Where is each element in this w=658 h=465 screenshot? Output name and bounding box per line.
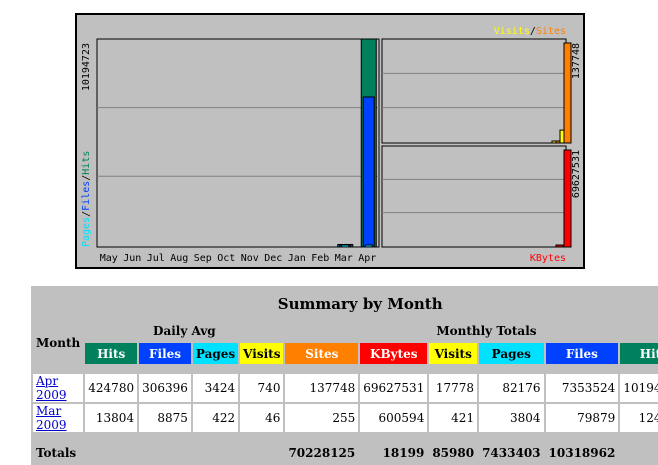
col-monthly-kbytes: KBytes [360, 343, 428, 364]
right-bottom-plot-area [381, 145, 567, 248]
month-link-apr-2009[interactable]: Apr 2009 [36, 374, 67, 402]
totals-cell: 85980 [429, 442, 478, 463]
usage-chart: 10194723 Pages/Files/Hits May Jun Jul Aug Sep O… [75, 13, 585, 269]
x-tick-label: May [100, 253, 118, 264]
totals-cell: 7433403 [479, 442, 544, 463]
table-cell: 69627531 [360, 374, 428, 402]
totals-cell: 18199 [360, 442, 428, 463]
right-bottom-axis-max-label: 69627531 [571, 150, 582, 198]
totals-cell: 10318962 [545, 442, 619, 463]
table-cell: 17778 [429, 374, 478, 402]
monthly-totals-header: Monthly Totals [285, 321, 658, 341]
table-cell: 255 [285, 404, 359, 432]
col-daily-hits: Hits [85, 343, 138, 364]
right-top-legend: Visits/Sites [494, 26, 566, 37]
table-cell: 124239 [620, 404, 658, 432]
table-cell: 421 [429, 404, 478, 432]
table-cell: 13804 [85, 404, 138, 432]
x-tick-label: Jul [147, 253, 165, 264]
left-axis-label-part: Hits [81, 151, 92, 175]
right-top-legend-part: Visits [494, 26, 530, 37]
x-tick-label: Mar [335, 253, 353, 264]
x-tick-label: Jun [123, 253, 141, 264]
x-tick-label: Dec [264, 253, 282, 264]
right-top-legend-part: Sites [536, 26, 566, 37]
table-cell: 3804 [479, 404, 544, 432]
table-row: Mar 2009 13804 8875 422 46 255 600594 42… [33, 404, 658, 432]
bar-visits [559, 129, 565, 144]
bar-files [362, 96, 375, 248]
month-header: Month [33, 321, 84, 364]
x-tick-label: Apr [358, 253, 376, 264]
x-tick-label: Jan [288, 253, 306, 264]
table-cell: 424780 [85, 374, 138, 402]
table-cell: 137748 [285, 374, 359, 402]
totals-label: Totals [33, 442, 284, 463]
col-daily-pages: Pages [192, 343, 239, 364]
usage-chart-svg: 10194723 Pages/Files/Hits May Jun Jul Aug Sep O… [81, 26, 582, 264]
table-row: Apr 2009 424780 306396 3424 740 137748 6… [33, 374, 658, 402]
col-monthly-visits: Visits [429, 343, 478, 364]
table-cell: 3424 [192, 374, 239, 402]
daily-avg-header: Daily Avg [85, 321, 284, 341]
col-monthly-hits: Hits [620, 343, 658, 364]
right-top-plot-area [381, 38, 567, 144]
left-plot-area [96, 38, 380, 248]
col-daily-files: Files [139, 343, 191, 364]
bar-pages [341, 244, 350, 248]
table-cell: 422 [192, 404, 239, 432]
bar-kbytes [555, 244, 564, 248]
x-tick-label: Nov [241, 253, 259, 264]
bar-visits [551, 140, 557, 144]
summary-title: Summary by Month [33, 288, 658, 319]
table-cell: 7353524 [545, 374, 619, 402]
totals-cell: 70228125 [285, 442, 359, 463]
bar-sites [563, 42, 572, 144]
table-cell: 740 [240, 374, 284, 402]
col-monthly-sites: Sites [285, 343, 359, 364]
summary-table: Summary by Month Month Daily Avg Monthly… [31, 286, 658, 465]
col-daily-visits: Visits [240, 343, 284, 364]
right-top-axis-max-label: 137748 [571, 43, 582, 79]
left-axis-label-part: Pages [81, 217, 92, 247]
bar-kbytes [563, 149, 572, 248]
x-tick-label: Sep [194, 253, 212, 264]
bar-pages [364, 244, 373, 248]
x-tick-label: Feb [311, 253, 329, 264]
table-cell: 600594 [360, 404, 428, 432]
table-cell: 8875 [139, 404, 191, 432]
table-cell: 79879 [545, 404, 619, 432]
left-axis-label-part: Files [81, 181, 92, 211]
left-axis-max-label: 10194723 [81, 43, 92, 91]
x-tick-label: Aug [170, 253, 188, 264]
col-monthly-files: Files [545, 343, 619, 364]
table-cell: 10194723 [620, 374, 658, 402]
col-monthly-pages: Pages [479, 343, 544, 364]
table-cell: 46 [240, 404, 284, 432]
left-axis-label: Pages/Files/Hits [81, 151, 92, 247]
table-cell: 306396 [139, 374, 191, 402]
table-cell: 82176 [479, 374, 544, 402]
month-link-mar-2009[interactable]: Mar 2009 [36, 404, 67, 432]
totals-row: Totals 70228125 18199 85980 7433403 1031… [33, 442, 658, 463]
right-bottom-legend: KBytes [530, 253, 566, 264]
x-tick-label: Oct [217, 253, 235, 264]
